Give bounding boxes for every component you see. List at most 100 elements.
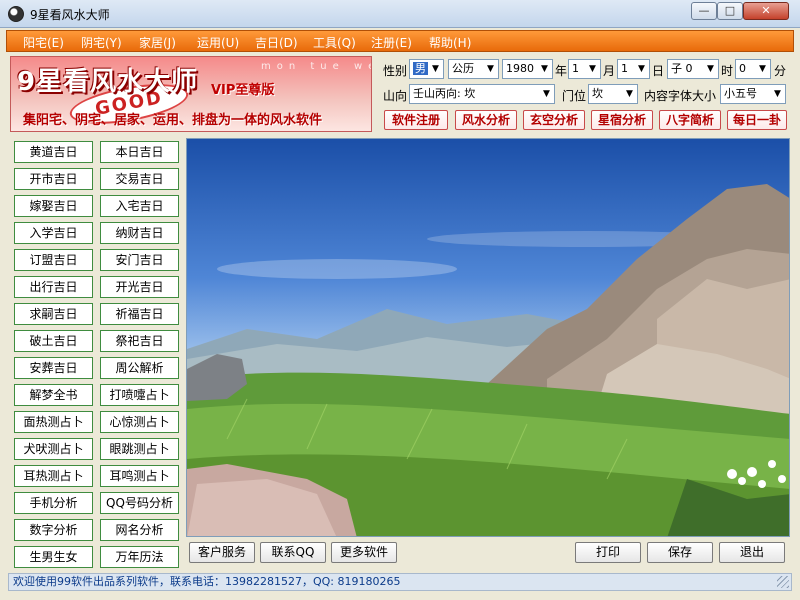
chevron-down-icon: ▼ [770,85,785,103]
minute-label: 分 [774,64,787,78]
contact-qq-button[interactable]: 联系QQ [260,542,326,563]
door-select[interactable]: 坎 ▼ [588,84,638,104]
left-button-panel: 黄道吉日 本日吉日 开市吉日 交易吉日 嫁娶吉日 入宅吉日 入学吉日 纳财吉日 订盟吉日 安门吉日… [10,138,184,572]
auspicious-day-button[interactable]: 生男生女 [14,546,93,568]
auspicious-day-button[interactable]: 开光吉日 [100,276,179,298]
auspicious-day-button[interactable]: 纳财吉日 [100,222,179,244]
gender-select[interactable]: 男 ▼ [409,59,444,79]
month-select[interactable]: 1 ▼ [568,59,601,79]
auspicious-day-button[interactable]: 万年历法 [100,546,179,568]
hour-select[interactable]: 子 0 ▼ [667,59,719,79]
year-select[interactable]: 1980 ▼ [502,59,553,79]
menu-jiri[interactable]: 吉日(D) [255,34,298,51]
menu-yangzhai[interactable]: 阳宅(E) [23,34,64,51]
auspicious-day-button[interactable]: 解梦全书 [14,384,93,406]
xuankong-analysis-button[interactable]: 玄空分析 [523,110,585,130]
chevron-down-icon: ▼ [703,60,718,78]
header-banner: mon tue wed GOOD 9星看风水大师 VIP至尊版 集阳宅、阴宅、居… [10,56,372,132]
calendar-type-value: 公历 [452,62,474,75]
auspicious-day-button[interactable]: 耳热测占卜 [14,465,93,487]
print-button[interactable]: 打印 [575,542,641,563]
calendar-type-select[interactable]: 公历 ▼ [448,59,499,79]
close-button[interactable]: ✕ [743,2,789,20]
hour-label: 时 [721,64,734,78]
daily-hexagram-button[interactable]: 每日一卦 [727,110,787,130]
year-value: 1980 [506,62,534,75]
auspicious-day-button[interactable]: 祈福吉日 [100,303,179,325]
window-title: 9星看风水大师 [30,8,110,22]
menu-help[interactable]: 帮助(H) [429,34,471,51]
chevron-down-icon: ▼ [755,60,770,78]
hour-value: 子 0 [671,62,693,75]
auspicious-day-button[interactable]: 网名分析 [100,519,179,541]
auspicious-day-button[interactable]: 面热测占卜 [14,411,93,433]
minute-select[interactable]: 0 ▼ [735,59,771,79]
exit-button[interactable]: 退出 [719,542,785,563]
auspicious-day-button[interactable]: 交易吉日 [100,168,179,190]
menu-jiaju[interactable]: 家居(J) [139,34,176,51]
fontsize-select[interactable]: 小五号 ▼ [720,84,786,104]
title-bar: 9星看风水大师 — □ ✕ [0,0,800,28]
bazi-analysis-button[interactable]: 八字简析 [659,110,721,130]
auspicious-day-button[interactable]: 手机分析 [14,492,93,514]
save-button[interactable]: 保存 [647,542,713,563]
auspicious-day-button[interactable]: 入宅吉日 [100,195,179,217]
maximize-button[interactable]: □ [717,2,743,20]
auspicious-day-button[interactable]: 本日吉日 [100,141,179,163]
direction-value: 壬山丙向: 坎 [413,87,476,100]
banner-slogan: 集阳宅、阴宅、居家、运用、排盘为一体的风水软件 [23,113,323,128]
auspicious-day-button[interactable]: 黄道吉日 [14,141,93,163]
menu-bar: 阳宅(E) 阴宅(Y) 家居(J) 运用(U) 吉日(D) 工具(Q) 注册(E… [6,30,794,52]
auspicious-day-button[interactable]: 求嗣吉日 [14,303,93,325]
door-label: 门位 [562,89,587,103]
landscape-illustration [187,184,789,536]
fengshui-analysis-button[interactable]: 风水分析 [455,110,517,130]
chevron-down-icon: ▼ [585,60,600,78]
yin-yang-icon [8,6,24,22]
auspicious-day-button[interactable]: 安葬吉日 [14,357,93,379]
auspicious-day-button[interactable]: 订盟吉日 [14,249,93,271]
day-label: 日 [652,64,665,78]
auspicious-day-button[interactable]: 破土吉日 [14,330,93,352]
direction-select[interactable]: 壬山丙向: 坎 ▼ [409,84,555,104]
status-text: 欢迎使用99软件出品系列软件，联系电话：13982281527，QQ: 8191… [13,575,401,588]
menu-register[interactable]: 注册(E) [371,34,412,51]
minimize-button[interactable]: — [691,2,717,20]
auspicious-day-button[interactable]: 耳鸣测占卜 [100,465,179,487]
day-select[interactable]: 1 ▼ [617,59,650,79]
auspicious-day-button[interactable]: 心惊测占卜 [100,411,179,433]
auspicious-day-button[interactable]: 安门吉日 [100,249,179,271]
chevron-down-icon: ▼ [537,60,552,78]
auspicious-day-button[interactable]: 开市吉日 [14,168,93,190]
menu-yunyong[interactable]: 运用(U) [197,34,239,51]
chevron-down-icon: ▼ [634,60,649,78]
auspicious-day-button[interactable]: QQ号码分析 [100,492,179,514]
customer-service-button[interactable]: 客户服务 [189,542,255,563]
door-value: 坎 [592,87,603,100]
auspicious-day-button[interactable]: 眼跳测占卜 [100,438,179,460]
menu-tools[interactable]: 工具(Q) [313,34,356,51]
register-software-button[interactable]: 软件注册 [384,110,448,130]
more-software-button[interactable]: 更多软件 [331,542,397,563]
chevron-down-icon: ▼ [428,60,443,78]
auspicious-day-button[interactable]: 出行吉日 [14,276,93,298]
auspicious-day-button[interactable]: 嫁娶吉日 [14,195,93,217]
xingxiu-analysis-button[interactable]: 星宿分析 [591,110,653,130]
auspicious-day-button[interactable]: 犬吠测占卜 [14,438,93,460]
landscape-scene [186,138,790,537]
resize-grip-icon[interactable] [777,576,789,588]
menu-yinzhai[interactable]: 阴宅(Y) [81,34,122,51]
auspicious-day-button[interactable]: 打喷嚏占卜 [100,384,179,406]
chevron-down-icon: ▼ [622,85,637,103]
auspicious-day-button[interactable]: 数字分析 [14,519,93,541]
fontsize-value: 小五号 [724,87,757,100]
fontsize-label: 内容字体大小 [644,89,717,103]
auspicious-day-button[interactable]: 祭祀吉日 [100,330,179,352]
gender-value: 男 [413,62,428,75]
day-value: 1 [621,62,628,75]
auspicious-day-button[interactable]: 入学吉日 [14,222,93,244]
auspicious-day-button[interactable]: 周公解析 [100,357,179,379]
direction-label: 山向 [383,89,408,103]
chevron-down-icon: ▼ [483,60,498,78]
month-label: 月 [603,64,616,78]
